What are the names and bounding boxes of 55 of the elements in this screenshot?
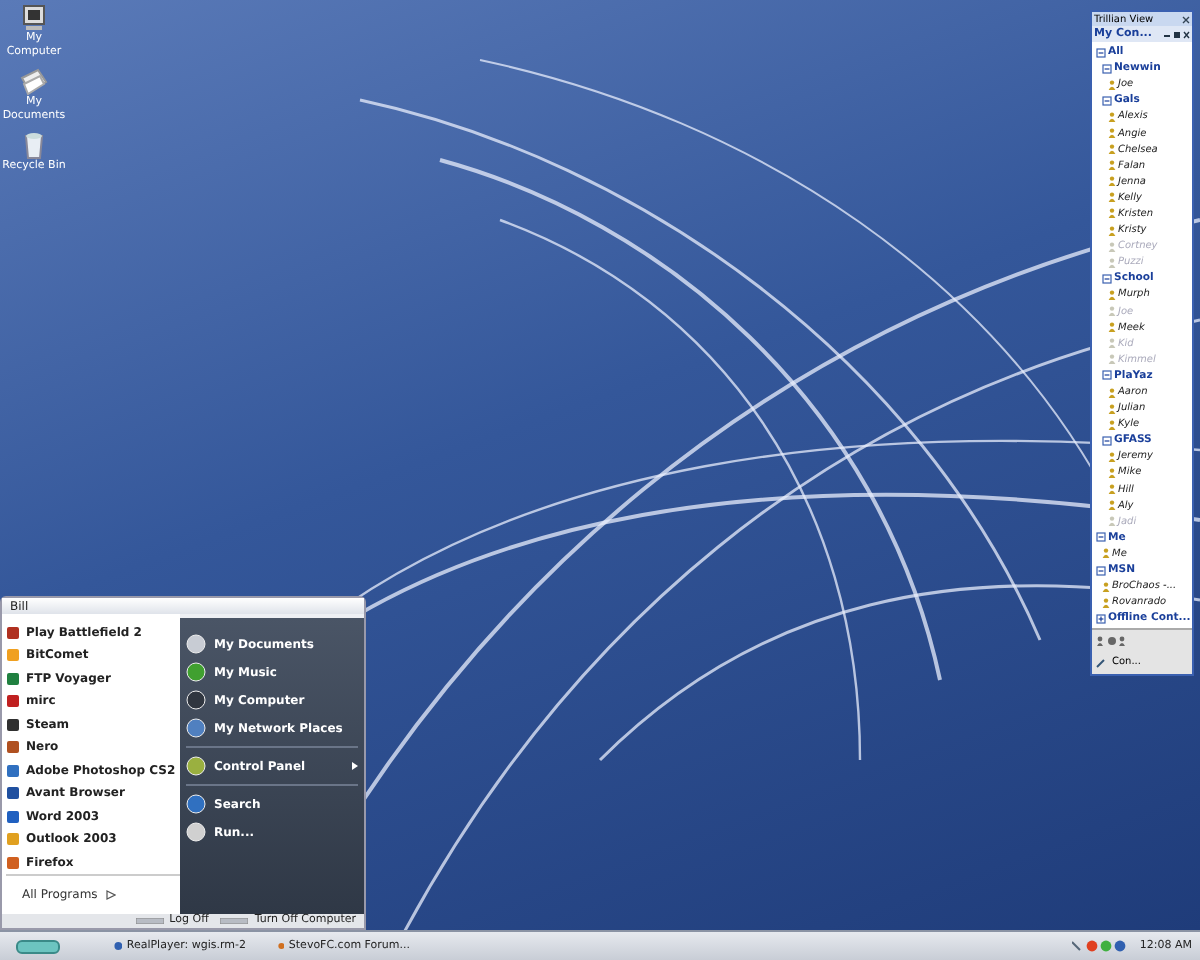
contact-icon bbox=[1108, 322, 1116, 333]
contact-icon bbox=[1108, 500, 1116, 511]
collapse-icon[interactable] bbox=[1102, 435, 1112, 446]
place-icon bbox=[186, 822, 206, 843]
contact-icon bbox=[1102, 548, 1110, 559]
contact-icon bbox=[1108, 79, 1116, 90]
contact-icon bbox=[1108, 338, 1116, 349]
start-button[interactable] bbox=[16, 939, 60, 953]
place-icon bbox=[186, 662, 206, 683]
collapse-icon[interactable] bbox=[1102, 273, 1112, 284]
contact-icon bbox=[1108, 354, 1116, 365]
contact-icon bbox=[1108, 289, 1116, 300]
contact-icon bbox=[1108, 241, 1116, 252]
connection-icon bbox=[1096, 657, 1106, 668]
contact-icon bbox=[1108, 160, 1116, 171]
contact-icon bbox=[1102, 581, 1110, 592]
submenu-arrow-icon bbox=[352, 762, 358, 771]
app-icon bbox=[278, 940, 285, 952]
contact-icon bbox=[1108, 176, 1116, 187]
contact-icon bbox=[1108, 419, 1116, 430]
contact-icon bbox=[1108, 192, 1116, 203]
contact-icon bbox=[1108, 111, 1116, 122]
contact-icon bbox=[1108, 257, 1116, 268]
collapse-icon[interactable] bbox=[1096, 565, 1106, 576]
place-icon bbox=[186, 756, 206, 777]
contact-icon bbox=[1102, 597, 1110, 608]
collapse-icon[interactable] bbox=[1096, 532, 1106, 543]
contact-icon bbox=[1108, 387, 1116, 398]
contact-icon bbox=[1108, 225, 1116, 236]
collapse-icon[interactable] bbox=[1102, 370, 1112, 381]
contact-icon bbox=[1108, 403, 1116, 414]
desktop-icon[interactable] bbox=[18, 2, 50, 32]
place-icon bbox=[186, 634, 206, 655]
contact-icon bbox=[1108, 306, 1116, 317]
collapse-icon[interactable] bbox=[1102, 63, 1112, 74]
contact-icon bbox=[1108, 467, 1116, 478]
arrow-icon bbox=[105, 889, 116, 900]
place-icon bbox=[186, 690, 206, 711]
collapse-icon[interactable] bbox=[1102, 95, 1112, 106]
desktop-icon[interactable] bbox=[18, 66, 50, 96]
toolbar-icons[interactable] bbox=[1096, 635, 1128, 646]
tray-icons[interactable] bbox=[1071, 940, 1128, 952]
expand-icon[interactable] bbox=[1096, 613, 1106, 624]
contact-icon bbox=[1108, 208, 1116, 219]
contact-icon bbox=[1108, 516, 1116, 527]
contact-icon bbox=[1108, 128, 1116, 139]
app-icon bbox=[114, 940, 123, 952]
close-icon[interactable] bbox=[1182, 15, 1190, 23]
window-controls-icon[interactable] bbox=[1162, 29, 1190, 39]
contact-icon bbox=[1108, 484, 1116, 495]
contact-icon bbox=[1108, 144, 1116, 155]
place-icon bbox=[186, 794, 206, 815]
place-icon bbox=[186, 718, 206, 739]
contact-icon bbox=[1108, 451, 1116, 462]
collapse-icon[interactable] bbox=[1096, 47, 1106, 58]
